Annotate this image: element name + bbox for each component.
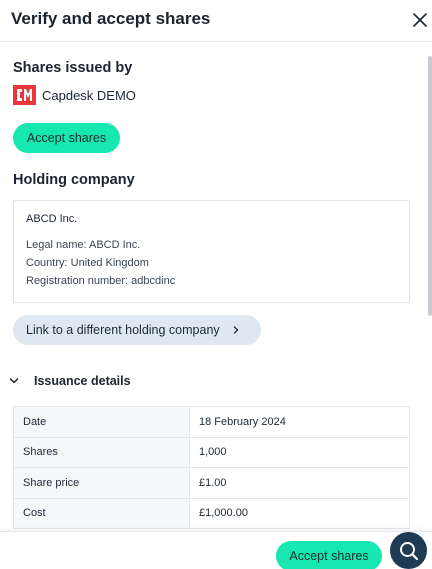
issuance-details-toggle[interactable]: Issuance details (8, 370, 131, 392)
row-label: Cost (13, 497, 190, 529)
holding-company-heading: Holding company (13, 172, 135, 188)
table-row: Cost £1,000.00 (13, 497, 410, 529)
country-label: Country: (26, 257, 68, 269)
table-row: Shares 1,000 (13, 436, 410, 468)
row-label: Share price (13, 467, 190, 499)
row-label: Shares (13, 436, 190, 468)
legal-name-label: Legal name: (26, 239, 87, 251)
search-button[interactable] (390, 532, 427, 569)
holding-company-name: ABCD Inc. (26, 213, 78, 225)
issuance-details-label: Issuance details (34, 374, 131, 388)
accept-shares-button[interactable]: Accept shares (13, 123, 120, 153)
chevron-right-icon (233, 326, 238, 334)
row-value: 18 February 2024 (189, 406, 410, 438)
row-value: £1,000.00 (189, 497, 410, 529)
table-row: Date 18 February 2024 (13, 406, 410, 438)
country-value: United Kingdom (70, 257, 149, 269)
issuer-row: Capdesk DEMO (13, 84, 136, 106)
chevron-down-icon (9, 378, 19, 384)
country-line: Country: United Kingdom (26, 257, 397, 271)
registration-value: adbcdinc (131, 275, 176, 287)
shares-issued-by-heading: Shares issued by (13, 60, 133, 76)
link-holding-company-button[interactable]: Link to a different holding company (13, 315, 261, 345)
issuance-details-table: Date 18 February 2024 Shares 1,000 Share… (13, 406, 410, 529)
close-icon (413, 13, 427, 27)
holding-company-card: ABCD Inc. Legal name: ABCD Inc. Country:… (13, 200, 410, 303)
dialog-header: Verify and accept shares (0, 0, 432, 42)
link-holding-company-label: Link to a different holding company (26, 323, 220, 337)
issuer-name: Capdesk DEMO (42, 87, 136, 103)
legal-name-value: ABCD Inc. (89, 239, 141, 251)
registration-label: Registration number: (26, 275, 129, 287)
scrollbar[interactable] (428, 56, 432, 316)
close-button[interactable] (408, 9, 432, 31)
search-icon (399, 541, 418, 560)
row-value: £1.00 (189, 467, 410, 499)
row-value: 1,000 (189, 436, 410, 468)
table-row: Share price £1.00 (13, 467, 410, 499)
capdesk-logo-icon (13, 85, 36, 105)
dialog-title: Verify and accept shares (11, 9, 211, 28)
row-label: Date (13, 406, 190, 438)
footer-accept-shares-button[interactable]: Accept shares (276, 541, 382, 569)
legal-name-line: Legal name: ABCD Inc. (26, 239, 397, 253)
registration-line: Registration number: adbcdinc (26, 275, 397, 289)
